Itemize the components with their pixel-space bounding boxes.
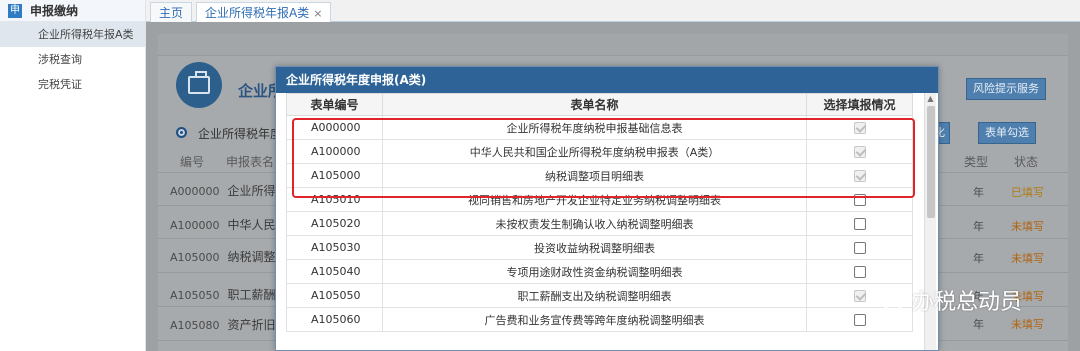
table-row[interactable]: A105050 职工薪酬 xyxy=(170,286,276,303)
form-code: A105030 xyxy=(286,235,383,260)
status-badge: 未填写 xyxy=(1011,318,1044,331)
header-status: 状态 xyxy=(1014,155,1039,169)
form-select-dialog: 企业所得税年度申报(A类) 表单编号 表单名称 选择填报情况 A000000 企… xyxy=(275,66,939,351)
form-code: A105010 xyxy=(286,187,383,212)
briefcase-icon xyxy=(176,62,222,108)
header-type: 类型 xyxy=(964,155,989,169)
content-toolbar xyxy=(158,34,1068,56)
form-code: A105040 xyxy=(286,259,383,284)
form-code: A105000 xyxy=(286,163,383,188)
close-icon[interactable]: × xyxy=(313,7,322,20)
form-checkbox[interactable] xyxy=(853,314,866,326)
risk-service-button[interactable]: 风险提示服务 xyxy=(966,78,1046,100)
form-code: A100000 xyxy=(286,139,383,164)
col-header-status: 选择填报情况 xyxy=(806,93,913,116)
table-row[interactable]: A000000 企业所得 xyxy=(170,182,276,199)
tab-annual-report-a[interactable]: 企业所得税年报A类 × xyxy=(196,2,332,22)
form-checkbox xyxy=(853,170,866,182)
form-code: A105020 xyxy=(286,211,383,236)
form-code: A000000 xyxy=(286,115,383,140)
row-type: 年 xyxy=(973,318,984,331)
tab-label: 企业所得税年报A类 xyxy=(205,6,310,20)
status-badge: 已填写 xyxy=(1011,186,1044,199)
table-row: A105040 专项用途财政性资金纳税调整明细表 xyxy=(286,259,913,284)
table-row: A105050 职工薪酬支出及纳税调整明细表 xyxy=(286,283,913,308)
dialog-body: 表单编号 表单名称 选择填报情况 A000000 企业所得税年度纳税申报基础信息… xyxy=(286,93,938,350)
dialog-title: 企业所得税年度申报(A类) xyxy=(276,67,938,93)
tab-bar: 主页 企业所得税年报A类 × xyxy=(146,0,1080,22)
form-checkbox[interactable] xyxy=(853,194,866,206)
form-name: 中华人民共和国企业所得税年度纳税申报表（A类） xyxy=(382,139,807,164)
form-code: A105060 xyxy=(286,307,383,332)
sidebar-title: 申报缴纳 xyxy=(30,4,79,18)
form-name: 职工薪酬支出及纳税调整明细表 xyxy=(382,283,807,308)
form-checkbox[interactable] xyxy=(853,266,866,278)
header-code: 编号 xyxy=(180,155,205,169)
form-checkbox xyxy=(853,290,866,302)
sidebar-item-annual-report-a[interactable]: 企业所得税年报A类 xyxy=(0,22,145,47)
table-row: A105020 未按权责发生制确认收入纳税调整明细表 xyxy=(286,211,913,236)
table-row[interactable]: A100000 中华人民 xyxy=(170,216,276,233)
sidebar: 申 申报缴纳 企业所得税年报A类 涉税查询 完税凭证 xyxy=(0,0,146,351)
form-select-button[interactable]: 表单勾选 xyxy=(978,122,1036,144)
row-type: 年 xyxy=(973,252,984,265)
form-table: 表单编号 表单名称 选择填报情况 A000000 企业所得税年度纳税申报基础信息… xyxy=(286,93,913,332)
status-badge: 未填写 xyxy=(1011,220,1044,233)
sidebar-item-tax-certificate[interactable]: 完税凭证 xyxy=(0,72,145,97)
tab-home[interactable]: 主页 xyxy=(150,2,192,22)
table-row: A100000 中华人民共和国企业所得税年度纳税申报表（A类） xyxy=(286,139,913,164)
form-checkbox xyxy=(853,122,866,134)
form-name: 广告费和业务宣传费等跨年度纳税调整明细表 xyxy=(382,307,807,332)
form-name: 视同销售和房地产开发企业特定业务纳税调整明细表 xyxy=(382,187,807,212)
col-header-name: 表单名称 xyxy=(382,93,807,116)
row-type: 年 xyxy=(973,186,984,199)
form-name: 企业所得税年度纳税申报基础信息表 xyxy=(382,115,807,140)
form-name: 未按权责发生制确认收入纳税调整明细表 xyxy=(382,211,807,236)
table-row[interactable]: A105000 纳税调整 xyxy=(170,248,276,265)
form-name: 投资收益纳税调整明细表 xyxy=(382,235,807,260)
sidebar-item-tax-query[interactable]: 涉税查询 xyxy=(0,47,145,72)
radio-annual[interactable] xyxy=(176,127,187,138)
table-row: A105030 投资收益纳税调整明细表 xyxy=(286,235,913,260)
form-checkbox[interactable] xyxy=(853,242,866,254)
table-row: A000000 企业所得税年度纳税申报基础信息表 xyxy=(286,115,913,140)
table-row: A105010 视同销售和房地产开发企业特定业务纳税调整明细表 xyxy=(286,187,913,212)
table-row: A105060 广告费和业务宣传费等跨年度纳税调整明细表 xyxy=(286,307,913,332)
form-name: 专项用途财政性资金纳税调整明细表 xyxy=(382,259,807,284)
form-code: A105050 xyxy=(286,283,383,308)
declare-icon: 申 xyxy=(8,3,22,18)
radio-label: 企业所得税年度 xyxy=(198,127,283,141)
table-row: A105000 纳税调整项目明细表 xyxy=(286,163,913,188)
scroll-thumb[interactable] xyxy=(927,106,935,218)
sidebar-header[interactable]: 申 申报缴纳 xyxy=(0,0,145,22)
scroll-up-icon[interactable]: ▲ xyxy=(925,93,936,105)
form-checkbox xyxy=(853,146,866,158)
watermark: 办税总动员 xyxy=(868,284,1022,316)
table-row[interactable]: A105080 资产折旧 xyxy=(170,316,276,333)
status-badge: 未填写 xyxy=(1011,252,1044,265)
col-header-code: 表单编号 xyxy=(286,93,383,116)
form-checkbox[interactable] xyxy=(853,218,866,230)
row-type: 年 xyxy=(973,220,984,233)
watermark-text: 办税总动员 xyxy=(912,290,1023,315)
table-header: 表单编号 表单名称 选择填报情况 xyxy=(286,93,913,116)
wechat-icon xyxy=(868,288,906,312)
header-name: 申报表名 xyxy=(226,155,275,169)
form-name: 纳税调整项目明细表 xyxy=(382,163,807,188)
